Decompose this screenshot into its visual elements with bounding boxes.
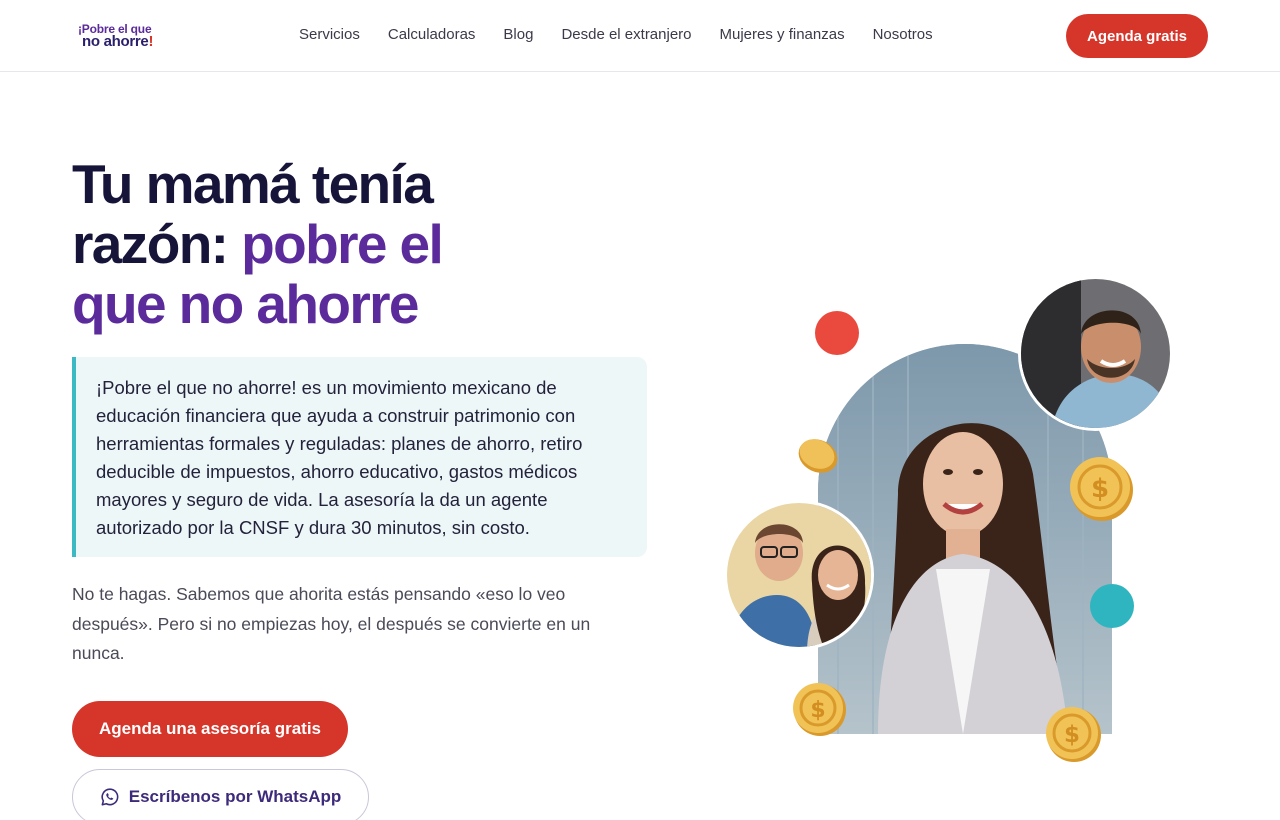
whatsapp-button-label: Escríbenos por WhatsApp [128, 787, 342, 806]
header-schedule-button[interactable]: Agenda gratis [1066, 14, 1208, 58]
nav-link-desde-el-extranjero[interactable]: Desde el extranjero [561, 26, 691, 43]
man-in-car-photo [1018, 276, 1173, 431]
whatsapp-icon [100, 787, 120, 807]
whatsapp-button[interactable]: Escríbenos por WhatsApp [72, 769, 369, 820]
svg-text:$: $ [1064, 722, 1080, 748]
nav-link-blog[interactable]: Blog [503, 26, 533, 43]
logo-exclamation: ! [148, 33, 154, 50]
svg-text:$: $ [1091, 474, 1109, 504]
red-dot-decoration [815, 311, 859, 355]
gold-coin-decoration: $ [1070, 457, 1133, 521]
nav-link-calculadoras[interactable]: Calculadoras [388, 26, 476, 43]
svg-text:$: $ [810, 698, 825, 723]
hero-title: Tu mamá tenía razón: pobre el que no aho… [72, 154, 512, 334]
teal-dot-decoration [1090, 584, 1134, 628]
logo-line-2: no ahorre! [82, 33, 153, 50]
site-logo[interactable]: ¡Pobre el que no ahorre! [78, 22, 168, 50]
main-nav: Servicios Calculadoras Blog Desde el ext… [299, 26, 933, 43]
logo-line-2-text: no ahorre [82, 33, 149, 50]
intro-callout: ¡Pobre el que no ahorre! es un movimient… [72, 357, 647, 557]
site-header: ¡Pobre el que no ahorre! Servicios Calcu… [0, 0, 1280, 72]
couple-photo [724, 500, 874, 650]
hero-collage: $ $ $ [700, 260, 1200, 780]
gold-coin-decoration: $ [1046, 707, 1101, 762]
nav-link-servicios[interactable]: Servicios [299, 26, 360, 43]
nav-link-nosotros[interactable]: Nosotros [873, 26, 933, 43]
nav-link-mujeres-y-finanzas[interactable]: Mujeres y finanzas [720, 26, 845, 43]
intro-text: ¡Pobre el que no ahorre! es un movimient… [96, 377, 583, 538]
gold-coin-decoration: $ [793, 683, 846, 736]
schedule-consultation-button[interactable]: Agenda una asesoría gratis [72, 701, 348, 757]
gold-coin-decoration [798, 439, 838, 473]
hero-subtext: No te hagas. Sabemos que ahorita estás p… [72, 584, 591, 663]
